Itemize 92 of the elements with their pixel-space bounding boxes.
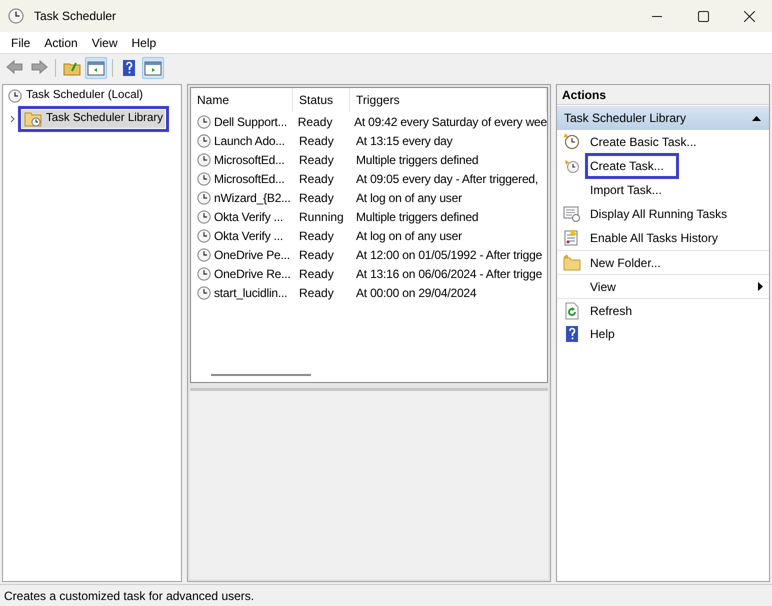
table-cell-text: Ready: [298, 190, 335, 206]
table-cell-text: Okta Verify ...: [214, 228, 284, 244]
column-header[interactable]: Status: [293, 88, 350, 112]
menu-item[interactable]: Help: [124, 34, 164, 52]
table-cell-text: Multiple triggers defined: [355, 208, 478, 226]
list-clock-icon: [563, 205, 581, 223]
refresh-icon: [563, 302, 581, 320]
clock-icon: [197, 248, 211, 262]
table-cell-text: Ready: [298, 266, 335, 282]
table-cell-text: MicrosoftEd...: [214, 170, 285, 188]
table-cell-text: At 09:42 every Saturday of every wee: [353, 114, 547, 130]
action-item[interactable]: Refresh: [557, 298, 769, 322]
clock-icon: [563, 133, 581, 151]
table-cell-text: nWizard_{B2...: [214, 190, 291, 206]
menu-item[interactable]: View: [84, 34, 124, 52]
action-label[interactable]: Import Task...: [590, 181, 662, 199]
action-label[interactable]: Create Basic Task...: [590, 133, 696, 151]
folder-icon: [24, 111, 42, 127]
clock-icon: [197, 152, 211, 166]
clock-icon: [563, 157, 581, 175]
help-icon: [563, 325, 581, 343]
action-item[interactable]: Enable All Tasks History: [557, 226, 769, 250]
table-cell-text: MicrosoftEd...: [214, 152, 285, 168]
toolbar-button[interactable]: [142, 56, 164, 78]
action-label[interactable]: View: [590, 278, 616, 296]
action-label[interactable]: Display All Running Tasks: [590, 205, 728, 223]
back-arrow-icon: [6, 58, 24, 76]
clock-icon: [8, 8, 24, 24]
table-cell-text: Ready: [298, 284, 335, 302]
action-label[interactable]: Enable All Tasks History: [590, 229, 718, 247]
clock-icon: [197, 114, 211, 128]
table-cell-text: Ready: [298, 228, 335, 244]
close-icon: [744, 10, 754, 22]
status-text: Creates a customized task for advanced users.: [4, 588, 254, 604]
folder-icon: [563, 254, 581, 272]
panel-icon: [87, 58, 105, 76]
action-item[interactable]: Help: [557, 322, 769, 346]
clock-icon: [197, 266, 211, 280]
table-cell-text: At 12:00 on 01/05/1992 - After trigge: [355, 246, 542, 264]
table-cell-text: At log on of any user: [355, 190, 462, 206]
collapse-arrow-icon[interactable]: [752, 116, 761, 120]
table-cell-text: OneDrive Re...: [214, 266, 291, 282]
clock-icon: [197, 228, 211, 242]
clock-icon: [197, 286, 211, 300]
clock-icon: [197, 190, 211, 204]
table-cell-text: Multiple triggers defined: [355, 152, 478, 168]
table-cell-text: Ready: [298, 152, 335, 168]
table-cell-text: OneDrive Pe...: [214, 246, 290, 264]
scrollbar-thumb[interactable]: [211, 374, 311, 376]
clock-icon: [8, 89, 22, 103]
column-header[interactable]: Triggers: [350, 88, 547, 112]
table-cell-text: At 13:16 on 06/06/2024 - After trigge: [355, 266, 542, 282]
table-cell-text: Running: [298, 208, 345, 226]
toolbar-button[interactable]: [85, 56, 107, 78]
action-label[interactable]: New Folder...: [590, 254, 661, 272]
table-cell-text: At 13:15 every day: [355, 132, 452, 150]
table-cell-text: Dell Support...: [214, 114, 288, 130]
tree-item[interactable]: Task Scheduler (Local): [6, 87, 145, 105]
action-item[interactable]: Import Task...: [557, 178, 769, 202]
action-item[interactable]: Create Task...: [557, 154, 769, 178]
action-label[interactable]: Create Task...: [585, 153, 679, 179]
forward-arrow-icon: [30, 58, 48, 76]
table-cell-text: Ready: [298, 132, 335, 150]
help-icon: [120, 58, 138, 76]
panel-icon: [144, 58, 162, 76]
window-title: Task Scheduler: [34, 8, 116, 25]
action-label[interactable]: Help: [590, 325, 615, 343]
table-cell-text: At 09:05 every day - After triggered,: [355, 170, 538, 188]
table-cell-text: At 00:00 on 29/04/2024: [355, 284, 476, 302]
table-cell-text: Okta Verify ...: [214, 208, 284, 226]
table-cell-text: Ready: [298, 170, 335, 188]
column-header[interactable]: Name: [191, 88, 293, 112]
panel-header: Actions: [557, 85, 769, 105]
table-cell-text: Ready: [298, 246, 335, 264]
menu-item[interactable]: File: [4, 34, 38, 52]
table-cell-text: start_lucidlin...: [214, 284, 288, 302]
maximize-icon: [698, 10, 708, 22]
action-label[interactable]: Refresh: [590, 302, 632, 320]
section-header[interactable]: Task Scheduler Library: [557, 106, 769, 130]
table-cell-text: Ready: [296, 114, 334, 130]
submenu-arrow-icon: [758, 282, 763, 291]
action-item[interactable]: Create Basic Task...: [557, 130, 769, 154]
action-item[interactable]: Display All Running Tasks: [557, 202, 769, 226]
table-cell-text: Launch Ado...: [214, 132, 285, 150]
action-item[interactable]: New Folder...: [557, 250, 769, 274]
table-cell-text: At log on of any user: [355, 228, 462, 244]
action-item[interactable]: View: [557, 274, 769, 298]
clock-icon: [197, 172, 211, 186]
menu-item[interactable]: Action: [37, 34, 85, 52]
clock-icon: [197, 210, 211, 224]
clock-icon: [197, 134, 211, 148]
tree-item[interactable]: Task Scheduler Library: [22, 110, 165, 128]
